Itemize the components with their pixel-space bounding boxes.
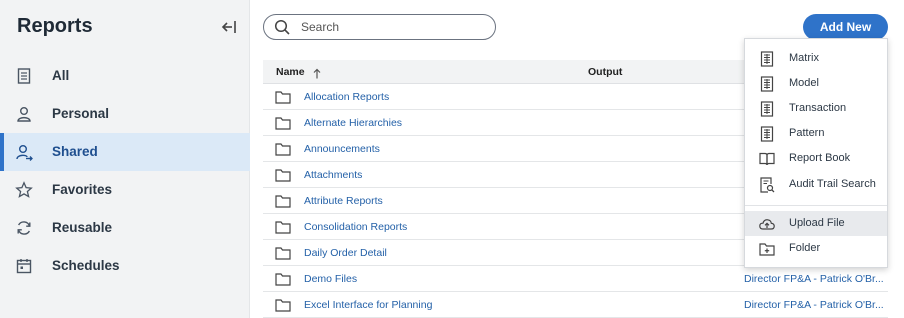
- row-name-link[interactable]: Announcements: [304, 143, 380, 155]
- sidebar-item-label: Personal: [52, 106, 110, 121]
- menu-item-model[interactable]: Model: [745, 71, 887, 96]
- row-name-link[interactable]: Daily Order Detail: [304, 247, 387, 259]
- cloud-upload-icon: [759, 216, 775, 232]
- grid-doc-icon: [759, 51, 775, 67]
- menu-item-label: Transaction: [789, 102, 847, 114]
- column-header-name[interactable]: Name: [276, 66, 305, 78]
- menu-item-pattern[interactable]: Pattern: [745, 121, 887, 146]
- menu-item-transaction[interactable]: Transaction: [745, 96, 887, 121]
- row-name-link[interactable]: Demo Files: [304, 273, 357, 285]
- shared-person-icon: [15, 143, 33, 161]
- row-output[interactable]: Director FP&A - Patrick O'Br...: [744, 299, 886, 311]
- folder-icon: [275, 246, 291, 260]
- sidebar-item-schedules[interactable]: Schedules: [0, 247, 250, 285]
- sidebar-item-all[interactable]: All: [0, 57, 250, 95]
- grid-doc-icon: [759, 126, 775, 142]
- menu-item-matrix[interactable]: Matrix: [745, 46, 887, 71]
- column-header-output[interactable]: Output: [588, 66, 622, 78]
- folder-icon: [275, 168, 291, 182]
- menu-item-upload-file[interactable]: Upload File: [745, 211, 887, 236]
- sidebar-item-reusable[interactable]: Reusable: [0, 209, 250, 247]
- sidebar-item-label: Shared: [52, 144, 98, 159]
- menu-item-label: Pattern: [789, 127, 825, 139]
- doc-search-icon: [759, 177, 775, 193]
- collapse-sidebar-icon[interactable]: [220, 18, 238, 36]
- search-box[interactable]: [263, 14, 496, 40]
- add-new-menu: Matrix Model Transaction Pattern Report …: [744, 38, 888, 268]
- sidebar-item-favorites[interactable]: Favorites: [0, 171, 250, 209]
- row-name-link[interactable]: Attachments: [304, 169, 362, 181]
- folder-plus-icon: [759, 241, 775, 257]
- menu-item-label: Audit Trail Search: [789, 178, 876, 190]
- sidebar-item-label: Reusable: [52, 220, 113, 235]
- menu-item-label: Report Book: [789, 152, 851, 164]
- document-icon: [15, 67, 33, 85]
- folder-icon: [275, 90, 291, 104]
- row-name-link[interactable]: Alternate Hierarchies: [304, 117, 402, 129]
- menu-item-report-book[interactable]: Report Book: [745, 146, 887, 171]
- grid-doc-icon: [759, 101, 775, 117]
- folder-icon: [275, 272, 291, 286]
- menu-item-label: Model: [789, 77, 819, 89]
- row-name-link[interactable]: Excel Interface for Planning: [304, 299, 432, 311]
- book-icon: [759, 151, 775, 167]
- sidebar-title: Reports: [17, 15, 93, 37]
- add-new-button[interactable]: Add New: [803, 14, 888, 40]
- grid-doc-icon: [759, 76, 775, 92]
- search-icon: [274, 19, 291, 36]
- folder-icon: [275, 194, 291, 208]
- menu-item-audit-trail-search[interactable]: Audit Trail Search: [745, 172, 887, 197]
- folder-icon: [275, 142, 291, 156]
- row-name-link[interactable]: Attribute Reports: [304, 195, 383, 207]
- menu-item-folder[interactable]: Folder: [745, 236, 887, 261]
- calendar-icon: [15, 257, 33, 275]
- sidebar-item-personal[interactable]: Personal: [0, 95, 250, 133]
- row-output[interactable]: Director FP&A - Patrick O'Br...: [744, 273, 886, 285]
- menu-item-label: Upload File: [789, 217, 845, 229]
- menu-item-label: Matrix: [789, 52, 819, 64]
- table-row[interactable]: Excel Interface for Planning Director FP…: [263, 292, 888, 318]
- sidebar: Reports All Personal Shared Favorites Re…: [0, 0, 250, 318]
- row-name-link[interactable]: Consolidation Reports: [304, 221, 407, 233]
- menu-item-label: Folder: [789, 242, 821, 254]
- sidebar-item-label: All: [52, 68, 70, 83]
- sidebar-item-label: Favorites: [52, 182, 113, 197]
- refresh-icon: [15, 219, 33, 237]
- sidebar-item-label: Schedules: [52, 258, 120, 273]
- sort-ascending-icon[interactable]: [312, 66, 322, 79]
- menu-divider: [745, 205, 887, 206]
- table-row[interactable]: Demo Files Director FP&A - Patrick O'Br.…: [263, 266, 888, 292]
- sidebar-item-shared[interactable]: Shared: [0, 133, 250, 171]
- folder-icon: [275, 116, 291, 130]
- folder-icon: [275, 220, 291, 234]
- search-input[interactable]: [301, 18, 486, 36]
- person-icon: [15, 105, 33, 123]
- folder-icon: [275, 298, 291, 312]
- row-name-link[interactable]: Allocation Reports: [304, 91, 389, 103]
- star-icon: [15, 181, 33, 199]
